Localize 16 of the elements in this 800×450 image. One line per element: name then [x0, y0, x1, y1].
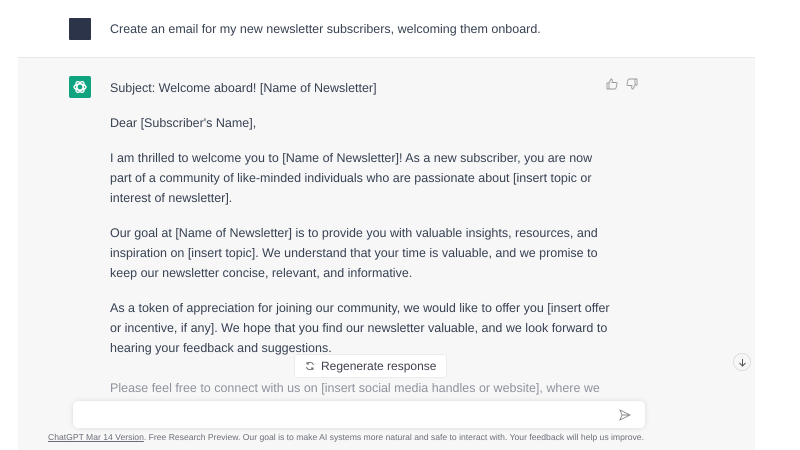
user-message: Create an email for my new newsletter subscribers, welcoming them onboard.	[110, 22, 541, 36]
message-input-field[interactable]	[73, 401, 645, 428]
thumbs-down-icon[interactable]	[626, 78, 638, 90]
response-paragraph: I am thrilled to welcome you to [Name of Newsletter]! As a new subscriber, you are now part of a community of like-minded individuals who are passionate about [insert topic or interest of newsletter].	[110, 150, 594, 207]
response-paragraph: Subject: Welcome aboard! [Name of Newsletter]	[110, 80, 378, 97]
faded-paragraph: Please feel free to connect with us on [insert social media handles or website], where we	[110, 380, 601, 397]
response-paragraph: Our goal at [Name of Newsletter] is to provide you with valuable insights, resources, and inspiration on [insert topic]. We understand that your time is valuable, and we promise to keep our newsletter concise, relevant, and informative.	[110, 225, 599, 282]
version-link[interactable]: ChatGPT Mar 14 Version	[48, 432, 144, 442]
send-icon[interactable]	[619, 408, 631, 420]
response-paragraph: Dear [Subscriber's Name],	[110, 115, 258, 132]
arrow-down-icon	[738, 358, 746, 366]
regenerate-response-button[interactable]: Regenerate response	[294, 354, 448, 378]
footer-text: . Free Research Preview. Our goal is to make AI systems more natural and safe to interact with. Your feedback will help us improve.	[144, 432, 644, 442]
refresh-icon	[305, 361, 315, 371]
response-paragraph: As a token of appreciation for joining our community, we would like to offer you [insert offer or incentive, if any]. We hope that you find our newsletter valuable, and we look forward to hearing your feedback and suggestions.	[110, 300, 610, 357]
thumbs-up-icon[interactable]	[606, 78, 618, 90]
